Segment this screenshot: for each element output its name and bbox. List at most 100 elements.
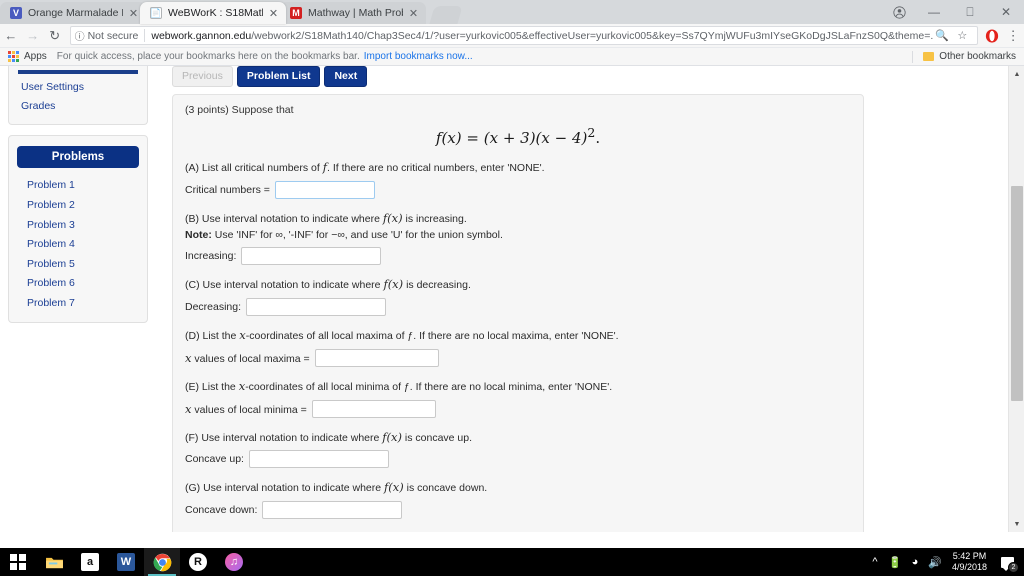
q-text-math: f(x) — [384, 480, 404, 495]
increasing-input[interactable] — [241, 247, 382, 266]
previous-button: Previous — [172, 66, 233, 88]
vertical-scroll-thumb[interactable] — [1011, 186, 1023, 401]
next-button[interactable]: Next — [324, 66, 368, 88]
v-logo-icon: V — [10, 7, 22, 19]
apps-label[interactable]: Apps — [24, 51, 47, 62]
word-icon: W — [117, 553, 135, 571]
sidebar-item-problem-5[interactable]: Problem 5 — [9, 255, 147, 275]
apps-grid-icon[interactable] — [8, 51, 19, 62]
tab-webwork[interactable]: 📄 WeBWorK : S18Math140 ✕ — [140, 2, 286, 24]
scroll-up-icon[interactable]: ▲ — [1009, 66, 1024, 82]
back-icon[interactable]: ← — [0, 25, 22, 47]
sidebar-item-problem-1[interactable]: Problem 1 — [9, 176, 147, 196]
close-icon[interactable]: ✕ — [267, 7, 280, 20]
problem-formula: f(x) = (x + 3)(x − 4)2. — [185, 125, 851, 147]
local-minima-input[interactable] — [311, 399, 436, 418]
answer-row: Increasing: — [185, 247, 851, 266]
import-bookmarks-link[interactable]: Import bookmarks now... — [364, 51, 473, 62]
close-icon[interactable]: ✕ — [127, 7, 140, 20]
taskbar-itunes[interactable]: ♫ — [216, 548, 252, 576]
q-text-pre: (D) List the — [185, 330, 240, 343]
taskbar-rstudio[interactable]: R — [180, 548, 216, 576]
q-text-pre: (G) Use interval notation to indicate wh… — [185, 482, 385, 495]
forward-icon: → — [26, 28, 40, 43]
critical-numbers-input[interactable] — [274, 180, 375, 199]
windows-taskbar: a W R ♫ ^ 🔋 ◕ 🔊 5:42 PM 4/9/2018 2 — [0, 548, 1024, 576]
battery-icon[interactable]: 🔋 — [885, 548, 905, 576]
sidebar-item-problem-6[interactable]: Problem 6 — [9, 274, 147, 294]
q-text-post: is concave up. — [401, 431, 473, 444]
taskbar-file-explorer[interactable] — [36, 548, 72, 576]
wifi-icon[interactable]: ◕ — [905, 548, 925, 576]
sidebar-item-grades[interactable]: Grades — [9, 97, 147, 116]
decreasing-input[interactable] — [246, 298, 387, 317]
new-tab-button[interactable] — [429, 6, 463, 24]
concave-up-input[interactable] — [248, 450, 389, 469]
taskbar-word[interactable]: W — [108, 548, 144, 576]
points-label: (3 points) Suppose that — [185, 104, 294, 117]
info-icon: ⓘ — [74, 32, 85, 43]
close-window-button[interactable]: ✕ — [988, 0, 1024, 24]
volume-icon[interactable]: 🔊 — [925, 548, 945, 576]
formula-period: . — [595, 129, 601, 148]
folder-icon — [923, 52, 935, 61]
sidebar-item-problem-4[interactable]: Problem 4 — [9, 235, 147, 255]
minimize-button[interactable]: — — [916, 0, 952, 24]
chrome-menu-icon[interactable]: ⋮ — [1002, 25, 1024, 47]
scroll-down-icon[interactable]: ▼ — [1009, 516, 1024, 532]
close-icon[interactable]: ✕ — [407, 7, 420, 20]
question-text: (F) Use interval notation to indicate wh… — [185, 429, 851, 447]
bookmark-star-icon[interactable]: ☆ — [953, 27, 971, 44]
tab-orange-marmalade[interactable]: V Orange Marmalade Episo ✕ — [0, 2, 146, 24]
main-content: Previous Problem List Next (3 points) Su… — [172, 66, 864, 532]
windows-logo-icon — [10, 554, 26, 570]
bookmarks-hint: For quick access, place your bookmarks h… — [56, 51, 360, 62]
problems-header[interactable]: Problems — [17, 146, 139, 169]
page-viewport: User Settings Grades Problems Problem 1 … — [0, 66, 1024, 532]
question-text: (A) List all critical numbers of f. If t… — [185, 159, 851, 177]
profile-avatar-icon[interactable] — [882, 0, 916, 24]
reload-icon[interactable]: ↻ — [44, 25, 66, 47]
answer-label: x values of local minima = — [185, 402, 307, 416]
local-maxima-input[interactable] — [314, 348, 439, 367]
answer-label: Increasing: — [185, 250, 237, 263]
question-text: (B) Use interval notation to indicate wh… — [185, 210, 851, 228]
sidebar-item-problem-3[interactable]: Problem 3 — [9, 216, 147, 236]
tab-mathway[interactable]: M Mathway | Math Problem ✕ — [280, 2, 426, 24]
taskbar-chrome[interactable] — [144, 548, 180, 576]
other-bookmarks-button[interactable]: Other bookmarks — [912, 50, 1024, 63]
taskbar-amazon[interactable]: a — [72, 548, 108, 576]
clock[interactable]: 5:42 PM 4/9/2018 — [945, 551, 994, 574]
formula-equals: = — [466, 129, 479, 148]
question-text: (E) List the x-coordinates of all local … — [185, 378, 851, 396]
q-text-post: -coordinates of all local minima of ƒ. I… — [245, 380, 613, 393]
person-icon — [892, 5, 906, 19]
answer-label: Concave up: — [185, 453, 244, 466]
vertical-scrollbar[interactable]: ▲ ▼ — [1008, 66, 1024, 532]
q-text-pre: (A) List all critical numbers of — [185, 162, 323, 175]
show-hidden-icons-icon[interactable]: ^ — [865, 548, 885, 576]
action-center-button[interactable]: 2 — [994, 548, 1020, 576]
question-part-b: (B) Use interval notation to indicate wh… — [185, 210, 851, 266]
tab-title: WeBWorK : S18Math140 — [168, 7, 263, 19]
opera-extension-icon[interactable] — [982, 26, 1002, 46]
question-note: Note: Use 'INF' for ∞, '-INF' for −∞, an… — [185, 228, 851, 244]
sidebar: User Settings Grades Problems Problem 1 … — [8, 66, 148, 333]
start-button[interactable] — [0, 548, 36, 576]
url-host: webwork.gannon.edu — [151, 29, 252, 42]
question-part-a: (A) List all critical numbers of f. If t… — [185, 159, 851, 199]
search-icon[interactable]: 🔍 — [933, 27, 951, 44]
q-text-post: is decreasing. — [403, 279, 471, 292]
address-bar[interactable]: ⓘ Not secure webwork.gannon.edu/webwork2… — [69, 26, 979, 45]
answer-row: x values of local minima = — [185, 399, 851, 418]
concave-down-input[interactable] — [262, 501, 403, 520]
problem-list-button[interactable]: Problem List — [236, 66, 321, 88]
sidebar-item-problem-7[interactable]: Problem 7 — [9, 294, 147, 314]
sidebar-active-bar — [18, 70, 138, 74]
problem-nav-bar: Previous Problem List Next — [172, 66, 864, 88]
maximize-button[interactable]: ⎕ — [952, 0, 988, 24]
itunes-icon: ♫ — [225, 553, 243, 571]
sidebar-item-problem-2[interactable]: Problem 2 — [9, 196, 147, 216]
sidebar-item-user-settings[interactable]: User Settings — [9, 78, 147, 97]
answer-row: Decreasing: — [185, 298, 851, 317]
